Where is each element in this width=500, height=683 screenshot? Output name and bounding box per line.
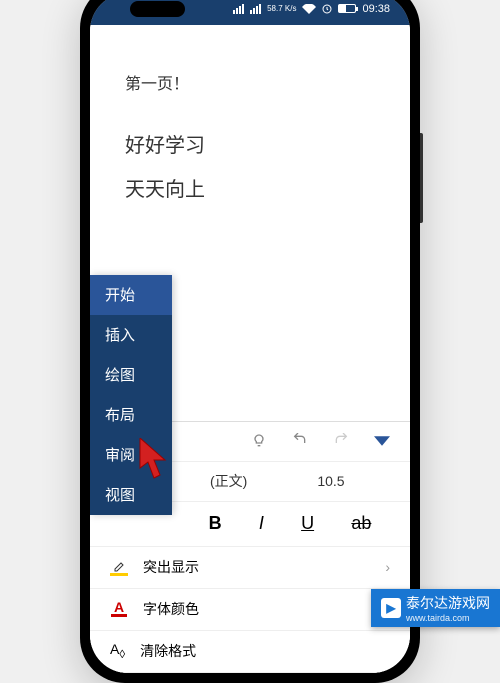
wifi-icon: [302, 4, 316, 14]
signal-icon-2: [250, 4, 261, 14]
bold-button[interactable]: B: [209, 513, 222, 534]
watermark-icon: ▶: [381, 598, 401, 618]
tab-home[interactable]: 开始: [90, 275, 172, 315]
tips-icon[interactable]: [251, 433, 267, 449]
font-name: (正文): [210, 471, 247, 491]
fontcolor-icon: A: [110, 600, 128, 618]
redo-icon[interactable]: [333, 433, 349, 449]
volume-button: [420, 133, 423, 223]
clearformat-icon: A◊: [110, 641, 125, 661]
font-size: 10.5: [317, 473, 344, 489]
watermark-url: www.tairda.com: [406, 613, 490, 623]
highlight-label: 突出显示: [143, 557, 199, 577]
signal-icon: [233, 4, 244, 14]
watermark-text: 泰尔达游戏网: [406, 593, 490, 613]
clearformat-row[interactable]: A◊ 清除格式: [90, 631, 410, 673]
status-time: 09:38: [362, 3, 390, 15]
doc-text-line: 好好学习: [125, 129, 375, 158]
camera-cutout: [130, 1, 185, 17]
chevron-right-icon: ›: [385, 559, 390, 575]
tab-layout[interactable]: 布局: [90, 395, 172, 435]
fontcolor-label: 字体颜色: [143, 599, 199, 619]
battery-icon: [338, 4, 356, 13]
clearformat-label: 清除格式: [140, 641, 196, 661]
doc-text-line: 第一页！: [125, 70, 375, 94]
undo-icon[interactable]: [292, 433, 308, 449]
highlight-icon: [110, 558, 128, 576]
italic-button[interactable]: I: [259, 513, 264, 534]
tab-insert[interactable]: 插入: [90, 315, 172, 355]
dropdown-icon[interactable]: [374, 433, 390, 449]
network-speed: 58.7 K/s: [267, 5, 296, 13]
screen: 58.7 K/s 09:38 第一页！ 好好学习 天天向上 (正文) 10.5: [90, 0, 410, 673]
tab-draw[interactable]: 绘图: [90, 355, 172, 395]
alarm-icon: [322, 4, 332, 14]
doc-text-line: 天天向上: [125, 173, 375, 202]
phone-frame: 58.7 K/s 09:38 第一页！ 好好学习 天天向上 (正文) 10.5: [80, 0, 420, 683]
underline-button[interactable]: U: [301, 513, 314, 534]
strikethrough-button[interactable]: ab: [351, 513, 371, 534]
fontcolor-row[interactable]: A 字体颜色 ›: [90, 589, 410, 631]
watermark: ▶ 泰尔达游戏网 www.tairda.com: [371, 589, 500, 627]
highlight-row[interactable]: 突出显示 ›: [90, 547, 410, 589]
cursor-pointer-icon: [135, 438, 173, 488]
